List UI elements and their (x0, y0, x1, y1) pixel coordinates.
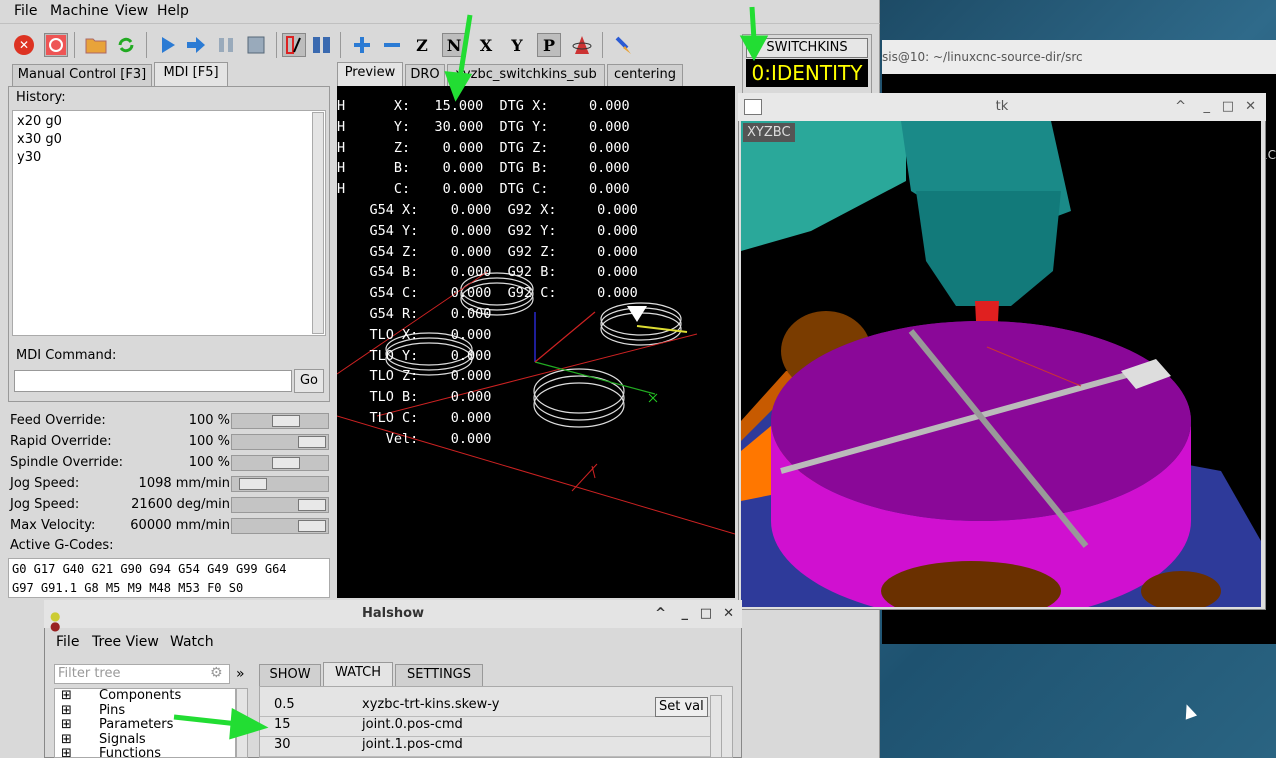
annotation-arrows (173, 6, 769, 740)
